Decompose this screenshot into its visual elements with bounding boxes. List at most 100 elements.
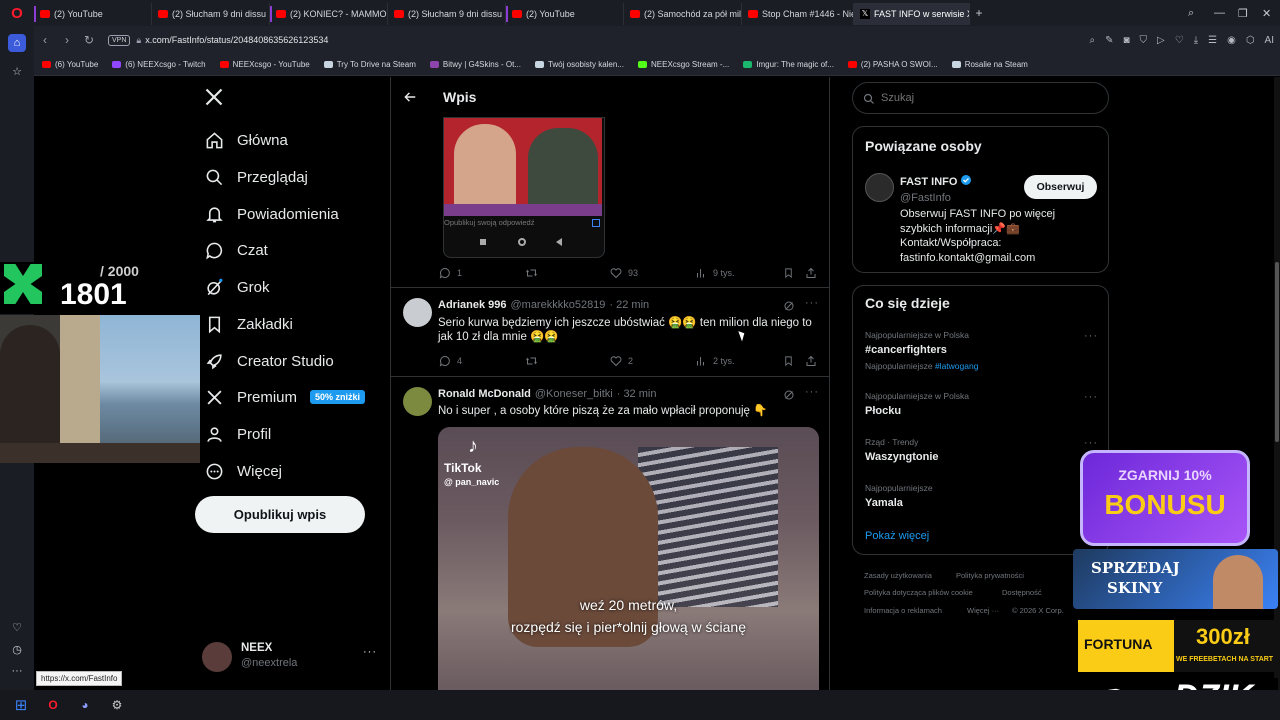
footer-link[interactable]: Zasady użytkowania [864,571,932,580]
nav-explore[interactable]: Przeglądaj [204,163,308,191]
bookmark-item[interactable]: Bitwy | G4Skins - Ot... [429,60,521,69]
related-name[interactable]: FAST INFO [900,176,957,188]
more-icon[interactable]: ··· [8,662,26,680]
reply-button[interactable]: 1 [439,267,462,279]
trend-item[interactable]: Najpopularniejsze Yamala [853,479,1108,515]
close-window-icon[interactable]: ✕ [1262,0,1271,26]
more-icon[interactable]: ··· [1084,391,1098,403]
back-icon[interactable]: ‹ [34,33,56,47]
views-button[interactable]: 2 tys. [695,355,735,367]
footer-link[interactable]: Dostępność [1002,588,1042,597]
forward-icon[interactable]: › [56,33,78,47]
edit-icon[interactable]: ✎ [1105,35,1113,46]
browser-tab[interactable]: Stop Cham #1446 - Niebe... [742,3,854,25]
footer-link[interactable]: Więcej ··· [967,606,999,615]
nav-grok[interactable]: Grok [204,273,270,301]
search-box[interactable] [852,82,1109,114]
bookmark-item[interactable]: (6) YouTube [42,60,98,69]
like-button[interactable]: 93 [610,267,638,279]
account-switcher[interactable]: NEEX @neextrela ··· [202,640,382,674]
x-logo-icon[interactable] [204,87,226,111]
url-field[interactable]: x.com/FastInfo/status/204840863562612353… [145,35,328,45]
nav-bookmarks[interactable]: Zakładki [204,310,293,338]
browser-tab-active[interactable]: 𝕏FAST INFO w serwisie X: „... [854,3,970,25]
opera-icon[interactable]: O [44,696,62,714]
home-icon[interactable]: ⌂ [8,34,26,52]
browser-tab[interactable]: (2) KONIEC? - MAMMON... [270,3,388,25]
browser-tab[interactable]: (2) Słucham 9 dni dissu na... [152,3,270,25]
nav-home[interactable]: Główna [204,126,288,154]
minimize-icon[interactable]: — [1214,0,1225,26]
discord-icon[interactable]: ◕ [76,696,94,714]
post-time[interactable]: · 22 min [609,299,649,311]
avatar[interactable] [865,173,894,202]
author-name[interactable]: Ronald McDonald [438,388,531,400]
nav-more[interactable]: Więcej [204,457,282,485]
avatar[interactable] [403,298,432,327]
heart-icon[interactable]: ♡ [8,618,26,636]
avatar[interactable] [403,387,432,416]
back-arrow-icon[interactable] [403,90,419,106]
like-button[interactable]: 2 [610,355,633,367]
share-button[interactable] [805,355,823,367]
share-button[interactable] [805,267,823,279]
camera-icon[interactable]: ◙ [1123,35,1129,46]
footer-link[interactable]: Informacja o reklamach [864,606,942,615]
reply-post[interactable]: Adrianek 996 @marekkkko52819 · 22 min ··… [391,288,829,376]
more-icon[interactable]: ··· [363,646,377,658]
trend-item[interactable]: Najpopularniejsze w Polska #cancerfighte… [853,326,1108,378]
browser-tab[interactable]: (2) Samochód za pół milio... [624,3,742,25]
bookmark-button[interactable] [783,355,800,367]
show-more-link[interactable]: Pokaż więcej [865,530,929,542]
browser-tab[interactable]: (2) YouTube [506,3,624,25]
windows-start-icon[interactable]: ⊞ [12,696,30,714]
trend-item[interactable]: Rząd · Trendy Waszyngtonie ··· [853,433,1108,469]
follow-button[interactable]: Obserwuj [1024,175,1097,199]
author-handle[interactable]: @Koneser_bitki [535,388,613,400]
zoom-icon[interactable]: ⌕ [1089,35,1095,46]
post-time[interactable]: · 32 min [617,388,657,400]
footer-link[interactable]: Polityka dotycząca plików cookie [864,588,973,597]
reply-post[interactable]: Ronald McDonald @Koneser_bitki · 32 min … [391,377,829,690]
profile-icon[interactable]: ◉ [1227,35,1236,46]
reply-button[interactable]: 4 [439,355,462,367]
bookmark-item[interactable]: Imgur: The magic of... [743,60,834,69]
grok-icon[interactable] [783,388,795,400]
bookmark-button[interactable] [783,267,800,279]
download-icon[interactable]: ⤓ [1194,35,1198,46]
star-icon[interactable]: ☆ [8,62,26,80]
bookmark-item[interactable]: (6) NEEXcsgo - Twitch [112,60,206,69]
opera-logo-icon[interactable]: O [0,0,34,26]
related-handle[interactable]: @FastInfo [900,188,951,206]
reload-icon[interactable]: ↻ [78,33,100,47]
trend-item[interactable]: Najpopularniejsze w Polska Płocku ··· [853,387,1108,423]
ai-button[interactable]: AI [1265,35,1274,46]
search-tabs-icon[interactable]: ⌕ [1188,0,1194,26]
nav-notifications[interactable]: Powiadomienia [204,200,339,228]
vpn-badge[interactable]: VPN [108,34,131,46]
repost-button[interactable] [525,355,544,367]
bookmark-item[interactable]: Rosalie na Steam [951,60,1028,69]
views-button[interactable]: 9 tys. [695,267,735,279]
bookmark-item[interactable]: (2) PASHA O SWOI... [847,60,938,69]
play-icon[interactable]: ▷ [1157,35,1165,46]
maximize-icon[interactable]: ❐ [1238,0,1248,26]
author-name[interactable]: Adrianek 996 [438,299,506,311]
nav-chat[interactable]: Czat [204,236,268,264]
heart-icon[interactable]: ♡ [1175,35,1184,46]
video-player[interactable]: ♪ TikTok @ pan_navic weź 20 metrów, rozp… [438,427,819,690]
bookmark-item[interactable]: Twój osobisty kalen... [534,60,624,69]
bookmark-item[interactable]: NEEXcsgo - YouTube [219,60,310,69]
steam-icon[interactable]: ⚙ [108,696,126,714]
grok-icon[interactable] [783,299,795,311]
nav-creator-studio[interactable]: Creator Studio [204,347,334,375]
more-icon[interactable]: ··· [805,386,819,398]
nav-profile[interactable]: Profil [204,420,271,448]
trend-hashtag-link[interactable]: #latwogang [935,361,978,371]
browser-tab[interactable]: (2) Słucham 9 dni dissu na... [388,3,506,25]
repost-button[interactable] [525,267,544,279]
bookmark-item[interactable]: Try To Drive na Steam [323,60,416,69]
browser-tab[interactable]: (2) YouTube [34,3,152,25]
history-icon[interactable]: ◷ [8,640,26,658]
scrollbar-thumb[interactable] [1275,262,1279,442]
